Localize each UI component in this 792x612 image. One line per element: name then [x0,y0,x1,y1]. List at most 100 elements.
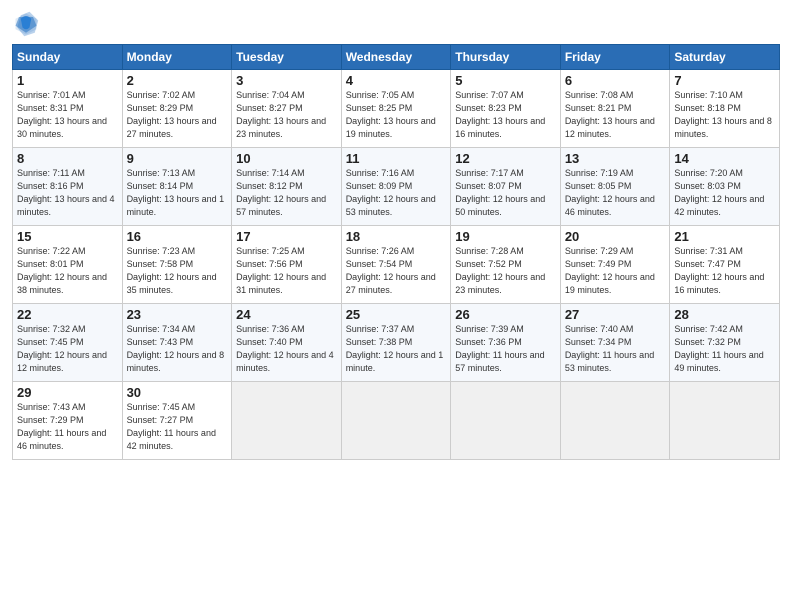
header [12,10,780,38]
calendar-cell: 26Sunrise: 7:39 AMSunset: 7:36 PMDayligh… [451,304,561,382]
calendar-cell: 8Sunrise: 7:11 AMSunset: 8:16 PMDaylight… [13,148,123,226]
calendar-cell [451,382,561,460]
day-number: 29 [17,385,118,400]
day-info: Sunrise: 7:05 AMSunset: 8:25 PMDaylight:… [346,89,447,141]
day-number: 6 [565,73,666,88]
day-number: 2 [127,73,228,88]
day-number: 8 [17,151,118,166]
calendar-week-row: 29Sunrise: 7:43 AMSunset: 7:29 PMDayligh… [13,382,780,460]
calendar-cell: 25Sunrise: 7:37 AMSunset: 7:38 PMDayligh… [341,304,451,382]
calendar-cell [232,382,342,460]
calendar-cell: 6Sunrise: 7:08 AMSunset: 8:21 PMDaylight… [560,70,670,148]
column-header-saturday: Saturday [670,45,780,70]
day-number: 11 [346,151,447,166]
calendar-cell: 9Sunrise: 7:13 AMSunset: 8:14 PMDaylight… [122,148,232,226]
calendar-week-row: 15Sunrise: 7:22 AMSunset: 8:01 PMDayligh… [13,226,780,304]
calendar-cell: 29Sunrise: 7:43 AMSunset: 7:29 PMDayligh… [13,382,123,460]
calendar-cell [560,382,670,460]
column-header-friday: Friday [560,45,670,70]
day-number: 25 [346,307,447,322]
day-number: 28 [674,307,775,322]
calendar-cell: 2Sunrise: 7:02 AMSunset: 8:29 PMDaylight… [122,70,232,148]
column-header-wednesday: Wednesday [341,45,451,70]
day-number: 15 [17,229,118,244]
day-info: Sunrise: 7:45 AMSunset: 7:27 PMDaylight:… [127,401,228,453]
calendar-cell: 3Sunrise: 7:04 AMSunset: 8:27 PMDaylight… [232,70,342,148]
day-info: Sunrise: 7:39 AMSunset: 7:36 PMDaylight:… [455,323,556,375]
day-number: 19 [455,229,556,244]
day-info: Sunrise: 7:42 AMSunset: 7:32 PMDaylight:… [674,323,775,375]
calendar-week-row: 1Sunrise: 7:01 AMSunset: 8:31 PMDaylight… [13,70,780,148]
calendar-cell: 12Sunrise: 7:17 AMSunset: 8:07 PMDayligh… [451,148,561,226]
page-container: SundayMondayTuesdayWednesdayThursdayFrid… [0,0,792,470]
day-info: Sunrise: 7:10 AMSunset: 8:18 PMDaylight:… [674,89,775,141]
calendar-cell: 11Sunrise: 7:16 AMSunset: 8:09 PMDayligh… [341,148,451,226]
calendar-cell: 14Sunrise: 7:20 AMSunset: 8:03 PMDayligh… [670,148,780,226]
day-info: Sunrise: 7:19 AMSunset: 8:05 PMDaylight:… [565,167,666,219]
day-info: Sunrise: 7:01 AMSunset: 8:31 PMDaylight:… [17,89,118,141]
calendar-table: SundayMondayTuesdayWednesdayThursdayFrid… [12,44,780,460]
day-number: 1 [17,73,118,88]
day-info: Sunrise: 7:28 AMSunset: 7:52 PMDaylight:… [455,245,556,297]
day-info: Sunrise: 7:40 AMSunset: 7:34 PMDaylight:… [565,323,666,375]
calendar-cell: 28Sunrise: 7:42 AMSunset: 7:32 PMDayligh… [670,304,780,382]
logo-icon [12,10,40,38]
day-info: Sunrise: 7:34 AMSunset: 7:43 PMDaylight:… [127,323,228,375]
day-number: 13 [565,151,666,166]
calendar-cell: 24Sunrise: 7:36 AMSunset: 7:40 PMDayligh… [232,304,342,382]
calendar-cell: 19Sunrise: 7:28 AMSunset: 7:52 PMDayligh… [451,226,561,304]
calendar-week-row: 8Sunrise: 7:11 AMSunset: 8:16 PMDaylight… [13,148,780,226]
day-info: Sunrise: 7:14 AMSunset: 8:12 PMDaylight:… [236,167,337,219]
calendar-cell: 27Sunrise: 7:40 AMSunset: 7:34 PMDayligh… [560,304,670,382]
calendar-cell: 30Sunrise: 7:45 AMSunset: 7:27 PMDayligh… [122,382,232,460]
day-number: 12 [455,151,556,166]
calendar-cell: 16Sunrise: 7:23 AMSunset: 7:58 PMDayligh… [122,226,232,304]
day-info: Sunrise: 7:37 AMSunset: 7:38 PMDaylight:… [346,323,447,375]
day-number: 23 [127,307,228,322]
calendar-cell: 1Sunrise: 7:01 AMSunset: 8:31 PMDaylight… [13,70,123,148]
column-header-monday: Monday [122,45,232,70]
column-header-sunday: Sunday [13,45,123,70]
calendar-cell: 13Sunrise: 7:19 AMSunset: 8:05 PMDayligh… [560,148,670,226]
day-info: Sunrise: 7:43 AMSunset: 7:29 PMDaylight:… [17,401,118,453]
day-number: 27 [565,307,666,322]
day-number: 20 [565,229,666,244]
day-number: 14 [674,151,775,166]
column-header-thursday: Thursday [451,45,561,70]
day-number: 4 [346,73,447,88]
day-number: 17 [236,229,337,244]
day-number: 21 [674,229,775,244]
calendar-cell: 18Sunrise: 7:26 AMSunset: 7:54 PMDayligh… [341,226,451,304]
day-info: Sunrise: 7:07 AMSunset: 8:23 PMDaylight:… [455,89,556,141]
day-info: Sunrise: 7:23 AMSunset: 7:58 PMDaylight:… [127,245,228,297]
day-number: 24 [236,307,337,322]
calendar-cell: 21Sunrise: 7:31 AMSunset: 7:47 PMDayligh… [670,226,780,304]
day-info: Sunrise: 7:32 AMSunset: 7:45 PMDaylight:… [17,323,118,375]
day-info: Sunrise: 7:31 AMSunset: 7:47 PMDaylight:… [674,245,775,297]
day-info: Sunrise: 7:13 AMSunset: 8:14 PMDaylight:… [127,167,228,219]
calendar-cell: 4Sunrise: 7:05 AMSunset: 8:25 PMDaylight… [341,70,451,148]
day-number: 18 [346,229,447,244]
logo [12,10,44,38]
calendar-cell: 23Sunrise: 7:34 AMSunset: 7:43 PMDayligh… [122,304,232,382]
calendar-week-row: 22Sunrise: 7:32 AMSunset: 7:45 PMDayligh… [13,304,780,382]
calendar-cell: 20Sunrise: 7:29 AMSunset: 7:49 PMDayligh… [560,226,670,304]
column-header-tuesday: Tuesday [232,45,342,70]
day-number: 7 [674,73,775,88]
day-number: 5 [455,73,556,88]
day-info: Sunrise: 7:25 AMSunset: 7:56 PMDaylight:… [236,245,337,297]
day-info: Sunrise: 7:08 AMSunset: 8:21 PMDaylight:… [565,89,666,141]
day-info: Sunrise: 7:29 AMSunset: 7:49 PMDaylight:… [565,245,666,297]
calendar-cell: 5Sunrise: 7:07 AMSunset: 8:23 PMDaylight… [451,70,561,148]
day-number: 10 [236,151,337,166]
day-info: Sunrise: 7:22 AMSunset: 8:01 PMDaylight:… [17,245,118,297]
day-number: 9 [127,151,228,166]
day-info: Sunrise: 7:20 AMSunset: 8:03 PMDaylight:… [674,167,775,219]
day-info: Sunrise: 7:04 AMSunset: 8:27 PMDaylight:… [236,89,337,141]
day-info: Sunrise: 7:17 AMSunset: 8:07 PMDaylight:… [455,167,556,219]
calendar-cell [341,382,451,460]
calendar-cell: 15Sunrise: 7:22 AMSunset: 8:01 PMDayligh… [13,226,123,304]
day-number: 26 [455,307,556,322]
calendar-cell: 7Sunrise: 7:10 AMSunset: 8:18 PMDaylight… [670,70,780,148]
day-info: Sunrise: 7:11 AMSunset: 8:16 PMDaylight:… [17,167,118,219]
